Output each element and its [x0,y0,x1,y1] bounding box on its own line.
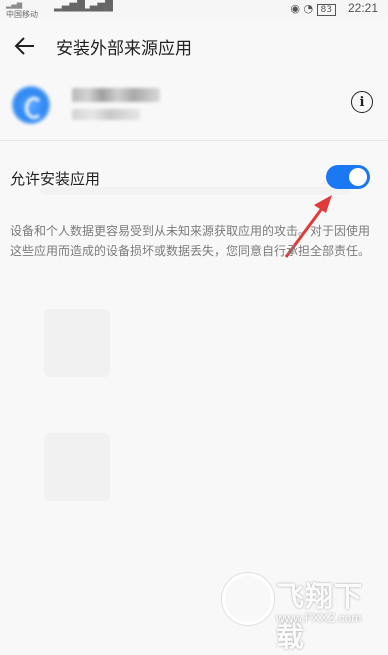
app-info-row: i [0,76,388,141]
warning-text: 设备和个人数据更容易受到从未知来源获取应用的攻击。对于因使用这些应用而造成的设备… [10,224,371,258]
battery-icon: 83 [316,4,336,16]
status-time: 22:21 [347,1,378,15]
watermark-logo-icon [222,573,274,625]
carrier-label: ▂▄▆ 中国移动 [6,1,38,19]
status-bar: ▂▄▆ 中国移动 ▂▄▆█ ▂▄▆█ ◠ ◉ ◔ 83 22:21 [0,0,388,19]
carrier-top-text: ▂▄▆ [6,1,23,9]
arrow-left-icon [14,37,34,55]
app-bar: 安装外部来源应用 [0,18,388,76]
wifi-icon: ◠ [100,0,110,13]
page-title: 安装外部来源应用 [56,39,192,59]
settings-content: 允许安装应用 设备和个人数据更容易受到从未知来源获取应用的攻击。对于因使用这些应… [0,141,388,629]
app-icon [12,86,50,124]
info-icon: i [359,94,365,110]
watermark-url: www.FXXZ.com [276,611,362,625]
status-icons: ◉ ◔ 83 [290,2,336,16]
toggle-knob [349,168,367,186]
watermark: 飞翔下载 www.FXXZ.com [220,563,388,653]
allow-install-toggle[interactable] [326,165,370,189]
signal-icon: ▂▄▆█ [54,1,85,12]
allow-install-label: 允许安装应用 [10,170,101,188]
background-ghost-1 [44,309,110,377]
app-name-redacted [72,88,160,102]
eye-icon: ◉ [290,2,300,15]
alarm-icon: ◔ [303,2,314,15]
info-button[interactable]: i [351,91,373,113]
app-version-redacted [72,109,140,120]
back-button[interactable] [10,31,40,61]
background-ghost-2 [44,433,110,501]
